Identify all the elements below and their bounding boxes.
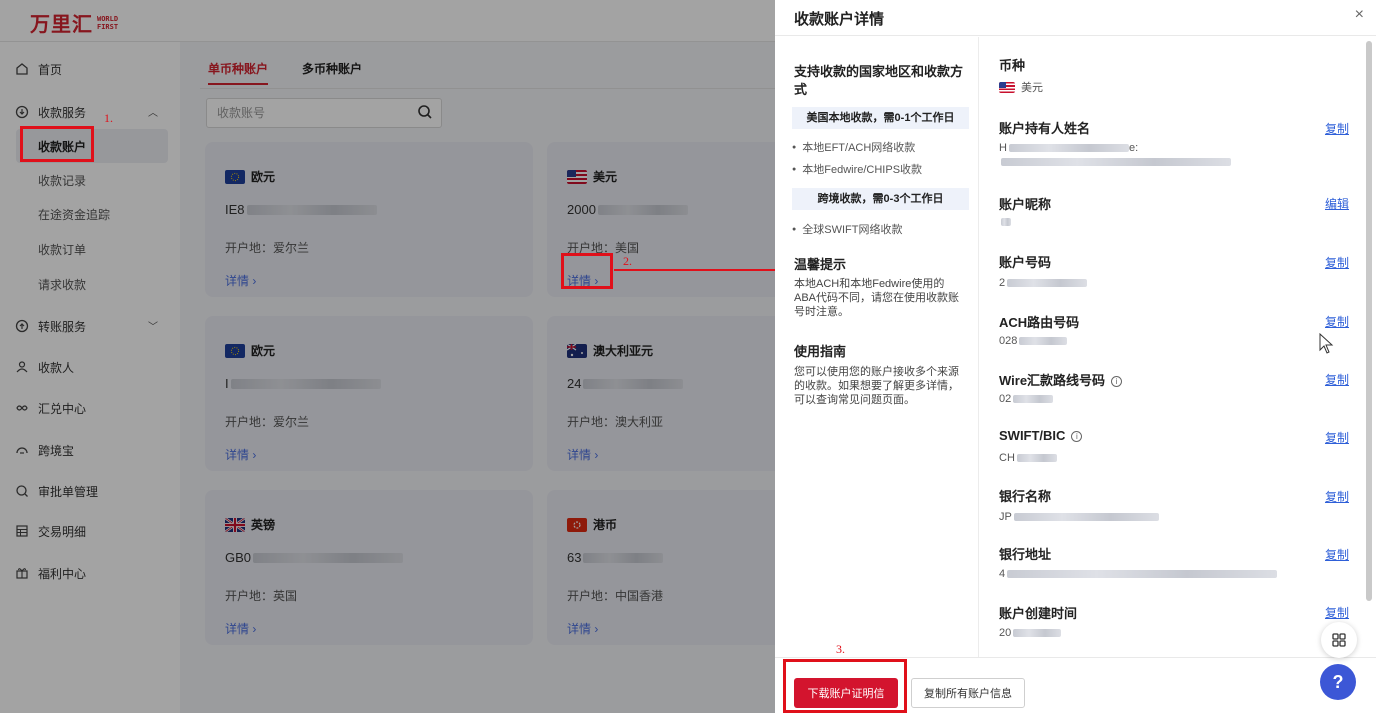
field-created-value: 20 [999, 627, 1062, 639]
close-icon[interactable]: × [1355, 6, 1364, 24]
help-button[interactable]: ? [1320, 664, 1356, 700]
drawer-header: 收款账户详情 × [775, 0, 1376, 36]
copy-bank-name-link[interactable]: 复制 [1325, 488, 1349, 505]
tip-text: 本地ACH和本地Fedwire使用的ABA代码不同，请您在使用收款账号时注意。 [794, 278, 960, 318]
copy-bank-address-link[interactable]: 复制 [1325, 546, 1349, 563]
copy-holder-link[interactable]: 复制 [1325, 120, 1349, 137]
field-swift-label: SWIFT/BIC i [999, 428, 1083, 443]
field-created-label: 账户创建时间 [999, 606, 1078, 621]
annotation-label-3: 3. [836, 642, 845, 656]
guide-title: 使用指南 [794, 344, 847, 359]
field-nickname-value [999, 218, 1011, 226]
field-wire-label: Wire汇款路线号码 i [999, 370, 1123, 389]
field-bank-address-label: 银行地址 [999, 547, 1052, 562]
guide-text: 您可以使用您的账户接收多个来源的收款。如果想要了解更多详情，可以查询常见问题页面… [794, 366, 959, 406]
info-icon[interactable]: i [1111, 376, 1123, 387]
copy-swift-link[interactable]: 复制 [1325, 429, 1349, 446]
info-icon[interactable]: i [1071, 431, 1083, 442]
field-holder-label: 账户持有人姓名 [999, 121, 1091, 136]
grid-icon [1332, 633, 1346, 647]
annotation-arrow [614, 265, 788, 275]
field-bank-name-label: 银行名称 [999, 489, 1052, 504]
method-item: 本地EFT/ACH网络收款 [792, 139, 915, 155]
method-item: 全球SWIFT网络收款 [792, 221, 902, 237]
field-ach-value: 028 [999, 335, 1068, 347]
scrollbar-thumb[interactable] [1366, 41, 1372, 601]
field-account-number-label: 账户号码 [999, 255, 1052, 270]
field-holder-value: He: [999, 142, 1139, 154]
field-bank-name-value: JP [999, 511, 1159, 523]
annotation-box-3 [783, 659, 907, 713]
tip-title: 温馨提示 [794, 257, 847, 272]
annotation-label-1: 1. [104, 111, 113, 125]
supported-methods-heading: 支持收款的国家地区和收款方式 [794, 64, 964, 97]
field-bank-address-value: 4 [999, 568, 1278, 580]
copy-wire-link[interactable]: 复制 [1325, 371, 1349, 388]
field-currency-label: 币种 [999, 58, 1026, 73]
cross-border-pill: 跨境收款，需0-3个工作日 [792, 188, 969, 210]
annotation-box-1 [20, 126, 94, 162]
field-wire-value: 02 [999, 393, 1054, 405]
app-grid-button[interactable] [1321, 622, 1357, 658]
field-holder-value-2 [999, 158, 1231, 166]
account-detail-drawer: 收款账户详情 × 支持收款的国家地区和收款方式 美国本地收款，需0-1个工作日 … [775, 0, 1376, 713]
field-ach-label: ACH路由号码 [999, 315, 1080, 330]
drawer-fields: 币种 美元 账户持有人姓名 复制 He: 账户昵称 编辑 账户号码 复制 2 A… [980, 37, 1365, 657]
mouse-cursor-icon [1319, 333, 1334, 354]
field-nickname-label: 账户昵称 [999, 197, 1052, 212]
local-receive-pill: 美国本地收款，需0-1个工作日 [792, 107, 969, 129]
copy-account-number-link[interactable]: 复制 [1325, 254, 1349, 271]
edit-nickname-link[interactable]: 编辑 [1325, 195, 1349, 212]
modal-overlay[interactable] [0, 0, 775, 713]
annotation-box-2 [561, 253, 613, 289]
us-flag-icon [999, 81, 1015, 93]
copy-created-link[interactable]: 复制 [1325, 604, 1349, 621]
field-account-number-value: 2 [999, 277, 1088, 289]
field-currency-value: 美元 [999, 79, 1043, 95]
drawer-title: 收款账户详情 [794, 11, 885, 28]
field-swift-value: CH [999, 452, 1057, 464]
copy-all-info-button[interactable]: 复制所有账户信息 [911, 678, 1025, 708]
drawer-info-panel: 支持收款的国家地区和收款方式 美国本地收款，需0-1个工作日 本地EFT/ACH… [775, 37, 979, 657]
method-item: 本地Fedwire/CHIPS收款 [792, 161, 922, 177]
drawer-scrollbar[interactable] [1365, 37, 1373, 657]
copy-ach-link[interactable]: 复制 [1325, 313, 1349, 330]
